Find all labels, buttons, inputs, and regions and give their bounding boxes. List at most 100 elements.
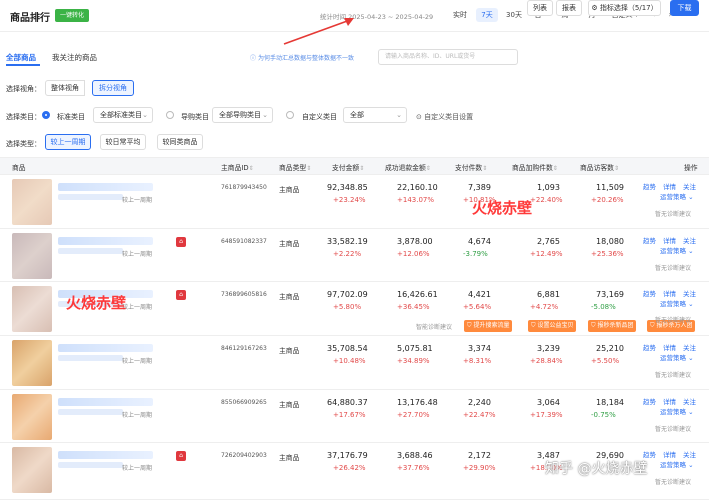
cart-qty: 1,093 [537,183,560,192]
std-cat-radio[interactable] [42,111,50,119]
follow-link[interactable]: 关注 [683,396,696,406]
compare-prev-period[interactable]: 较上一周期 [45,134,91,150]
product-subtitle-blurred [58,462,123,468]
product-name-blurred[interactable] [58,183,153,191]
list-button[interactable]: 列表 [527,0,553,16]
qty-change: +8.31% [463,357,492,365]
tab-all-products[interactable]: 全部商品 [6,52,36,63]
follow-link[interactable]: 关注 [683,235,696,245]
compare-period-text: 较上一周期 [122,251,153,258]
trend-link[interactable]: 趋势 [643,235,656,245]
product-name-blurred[interactable] [58,398,153,406]
guide-cat-select[interactable]: 全部导购类目 ⌄ [212,107,273,123]
detail-link[interactable]: 详情 [663,396,676,406]
trend-link[interactable]: 趋势 [643,342,656,352]
th-cart[interactable]: 商品加购件数⇕ [512,162,558,172]
detail-link[interactable]: 详情 [663,342,676,352]
operate-strategy-link[interactable]: 运营策略 ⌄ [660,245,694,255]
product-type: 主商品 [279,240,300,248]
th-qty[interactable]: 支付件数⇕ [455,162,487,172]
tab-followed-products[interactable]: 我关注的商品 [52,52,97,63]
detail-link[interactable]: 详情 [663,449,676,459]
one-click-badge[interactable]: 一键转化 [55,9,90,22]
data-note-link[interactable]: ⓘ 为何手动汇总数据与整体数据不一致 [250,53,354,62]
shield-icon: ⛉ [591,322,596,329]
guide-cat-radio[interactable] [166,111,174,119]
custom-cat-radio[interactable] [286,111,294,119]
product-thumbnail[interactable] [12,340,52,386]
category-label: 选择类目： [6,113,41,121]
trend-link[interactable]: 趋势 [643,181,656,191]
table-row: 较上一周期 855066909265 主商品 64,880.37 +17.67% 13,1… [0,390,709,443]
refund-change: +37.76% [397,464,430,472]
th-refund[interactable]: 成功退款金额⇕ [385,162,431,172]
product-subtitle-blurred [58,248,123,254]
product-name-blurred[interactable] [58,237,153,245]
detail-link[interactable]: 详情 [663,288,676,298]
report-button[interactable]: 报表 [556,0,582,16]
detail-link[interactable]: 详情 [663,235,676,245]
compare-daily-avg[interactable]: 较日常平均 [100,134,146,150]
gear-icon: ⚙ [591,4,598,12]
search-input[interactable]: 请输入商品名称、ID、URL或货号 [378,49,518,65]
pay-amount: 35,708.54 [327,344,368,353]
trend-link[interactable]: 趋势 [643,396,656,406]
download-button[interactable]: 下载 [670,0,699,16]
operate-strategy-link[interactable]: 运营策略 ⌄ [660,459,694,469]
operate-strategy-link[interactable]: 运营策略 ⌄ [660,298,694,308]
period-7days[interactable]: 7天 [476,8,498,22]
shield-icon: ⛉ [467,322,472,329]
diag-tag[interactable]: ⛉ 提升搜索流量 [464,320,513,332]
compare-similar[interactable]: 较同类商品 [157,134,203,150]
operate-strategy-link[interactable]: 运营策略 ⌄ [660,191,694,201]
th-product: 商品 [12,164,26,172]
pay-qty: 2,240 [468,398,491,407]
view-overall[interactable]: 整体视角 [45,80,85,96]
visitor-change: -0.75% [591,411,616,419]
tab-underline [6,64,40,66]
product-thumbnail[interactable] [12,394,52,440]
diag-tag[interactable]: ⛉ 设置公益宝贝 [528,320,577,332]
follow-link[interactable]: 关注 [683,181,696,191]
compare-period-text: 较上一周期 [122,304,153,311]
diag-tag[interactable]: ⛉ 报秒杀新品团 [588,320,637,332]
product-name-blurred[interactable] [58,344,153,352]
no-diag-text: 暂无诊断建议 [655,479,692,486]
trend-link[interactable]: 趋势 [643,288,656,298]
view-split[interactable]: 拆分视角 [92,80,134,96]
cart-change: +12.49% [530,250,563,258]
follow-link[interactable]: 关注 [683,449,696,459]
follow-link[interactable]: 关注 [683,342,696,352]
product-type: 主商品 [279,401,300,409]
chevron-down-icon: ⌄ [688,354,694,362]
no-diag-text: 暂无诊断建议 [655,317,692,324]
operate-strategy-link[interactable]: 运营策略 ⌄ [660,352,694,362]
period-realtime[interactable]: 实时 [448,8,472,22]
custom-cat-select[interactable]: 全部 ⌄ [343,107,407,123]
std-cat-select[interactable]: 全部标准类目 ⌄ [93,107,153,123]
th-action: 操作 [684,164,698,172]
product-thumbnail[interactable] [12,447,52,493]
operate-strategy-link[interactable]: 运营策略 ⌄ [660,406,694,416]
th-uv[interactable]: 商品访客数⇕ [580,162,619,172]
detail-link[interactable]: 详情 [663,181,676,191]
product-id: 736899605816 [221,291,267,298]
compare-period-text: 较上一周期 [122,412,153,419]
follow-link[interactable]: 关注 [683,288,696,298]
th-pay[interactable]: 支付金额⇕ [332,162,364,172]
th-id[interactable]: 主商品ID⇕ [221,162,254,172]
product-name-blurred[interactable] [58,451,153,459]
refund-amount: 5,075.81 [397,344,433,353]
custom-cat-setting-link[interactable]: ⊙ 自定义类目设置 [416,112,473,122]
product-thumbnail[interactable] [12,233,52,279]
visitor-count: 25,210 [596,344,624,353]
refund-amount: 22,160.10 [397,183,438,192]
period-30days[interactable]: 30天 [502,8,526,22]
th-type[interactable]: 商品类型⇕ [279,162,311,172]
product-thumbnail[interactable] [12,179,52,225]
product-thumbnail[interactable] [12,286,52,332]
cart-change: +22.40% [530,196,563,204]
indicator-select-button[interactable]: ⚙ 指标选择（5/17） [588,0,661,16]
no-diag-text: 暂无诊断建议 [655,265,692,272]
cart-qty: 6,881 [537,290,560,299]
